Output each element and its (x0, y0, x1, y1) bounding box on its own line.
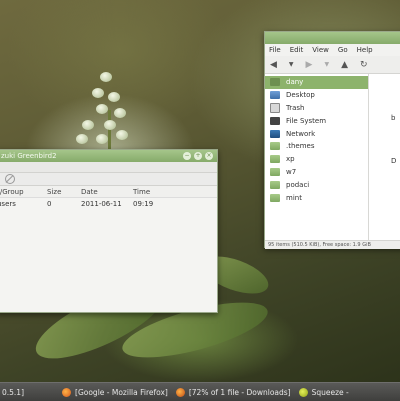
sidebar-item-label: w7 (286, 167, 297, 176)
sidebar-item-filesystem[interactable]: File System (265, 114, 368, 127)
sidebar-item-dany[interactable]: dany (265, 76, 368, 89)
menu-bar: File Edit View Go Help (265, 44, 400, 56)
file-item-fragment[interactable]: D (391, 157, 396, 165)
sidebar-item-label: dany (286, 78, 304, 87)
home-folder-icon (270, 78, 280, 87)
flower-bud (92, 88, 104, 98)
file-view[interactable]: b D (369, 74, 400, 240)
sidebar-item-themes[interactable]: .themes (265, 140, 368, 153)
window-title: zuki Greenbird2 (1, 152, 57, 160)
column-header-time[interactable]: Time (133, 188, 173, 196)
flower-bud (82, 120, 94, 130)
taskbar-item-app[interactable]: 0.5.1] (2, 388, 24, 397)
flower-bud (114, 108, 126, 118)
back-icon[interactable]: ◀ (270, 60, 277, 70)
archive-window-titlebar[interactable]: zuki Greenbird2 − + × (0, 150, 217, 162)
folder-icon (270, 180, 280, 189)
taskbar-item-label: [72% of 1 file - Downloads] (188, 387, 291, 397)
network-icon (270, 129, 280, 138)
folder-icon (270, 155, 280, 164)
flower-bud (96, 104, 108, 114)
firefox-downloads-icon (175, 387, 185, 397)
flower-bud (76, 134, 88, 144)
menu-view[interactable]: View (312, 46, 329, 54)
places-sidebar: dany Desktop Trash File System Network .… (265, 74, 369, 240)
sidebar-item-label: .themes (286, 142, 315, 151)
column-header-date[interactable]: Date (81, 188, 133, 196)
sidebar-item-label: File System (286, 116, 327, 125)
table-row[interactable]: users 0 2011-06-11 09:19 (0, 198, 217, 209)
forward-icon[interactable]: ▶ (306, 60, 313, 70)
sidebar-item-label: podaci (286, 180, 310, 189)
close-icon[interactable]: × (205, 152, 213, 160)
desktop-icon (270, 91, 280, 100)
squeeze-icon (298, 387, 308, 397)
flower-bud (100, 72, 112, 82)
file-list-header: r/Group Size Date Time (0, 186, 217, 198)
reload-icon[interactable]: ↻ (360, 60, 368, 70)
menu-edit[interactable]: Edit (290, 46, 304, 54)
archive-toolbar-secondary (0, 173, 217, 186)
taskbar-item-label: Squeeze - (311, 387, 349, 397)
status-bar: 95 items (510.5 KiB), Free space: 1.9 Gi… (265, 240, 400, 249)
sidebar-item-w7[interactable]: w7 (265, 166, 368, 179)
folder-icon (270, 167, 280, 176)
sidebar-item-label: Trash (286, 103, 305, 112)
taskbar: 0.5.1] [Google - Mozilla Firefox] [72% o… (0, 382, 400, 401)
taskbar-item-downloads[interactable]: [72% of 1 file - Downloads] (175, 387, 291, 397)
stop-icon[interactable] (5, 174, 15, 184)
navigation-toolbar: ◀ ▼ ▶ ▼ ▲ ↻ (265, 56, 400, 74)
sidebar-item-podaci[interactable]: podaci (265, 178, 368, 191)
taskbar-item-squeeze[interactable]: Squeeze - (298, 387, 349, 397)
sidebar-item-label: xp (286, 155, 295, 164)
folder-icon (270, 142, 280, 151)
cell-name: users (0, 199, 16, 208)
folder-icon (270, 193, 280, 202)
archive-toolbar (0, 162, 217, 173)
firefox-icon (62, 387, 72, 397)
column-header-group[interactable]: r/Group (0, 188, 47, 196)
flower-bud (104, 120, 116, 130)
sidebar-item-label: Desktop (286, 91, 315, 100)
taskbar-item-label: [Google - Mozilla Firefox] (75, 387, 168, 397)
filesystem-icon (270, 116, 280, 125)
sidebar-item-desktop[interactable]: Desktop (265, 89, 368, 102)
cell-size: 0 (47, 199, 52, 208)
sidebar-item-network[interactable]: Network (265, 127, 368, 140)
sidebar-item-xp[interactable]: xp (265, 153, 368, 166)
flower-bud (108, 92, 120, 102)
sidebar-item-label: Network (286, 129, 316, 138)
forward-dropdown-icon[interactable]: ▼ (324, 61, 329, 68)
cell-time: 09:19 (133, 199, 154, 208)
history-dropdown-icon[interactable]: ▼ (289, 61, 294, 68)
taskbar-item-label: 0.5.1] (2, 387, 25, 397)
menu-file[interactable]: File (269, 46, 281, 54)
up-icon[interactable]: ▲ (341, 60, 348, 70)
sidebar-item-trash[interactable]: Trash (265, 102, 368, 115)
trash-icon (270, 102, 280, 113)
menu-help[interactable]: Help (357, 46, 373, 54)
flower-bud (96, 134, 108, 144)
file-manager-window: File Edit View Go Help ◀ ▼ ▶ ▼ ▲ ↻ dany … (264, 31, 400, 249)
file-item-fragment[interactable]: b (391, 114, 395, 122)
minimize-icon[interactable]: − (183, 152, 191, 160)
menu-go[interactable]: Go (338, 46, 348, 54)
archive-window: zuki Greenbird2 − + × r/Group Size Date … (0, 149, 218, 313)
sidebar-item-mint[interactable]: mint (265, 191, 368, 204)
flower-bud (116, 130, 128, 140)
file-manager-titlebar[interactable] (265, 32, 400, 44)
taskbar-item-firefox[interactable]: [Google - Mozilla Firefox] (62, 387, 168, 397)
cell-date: 2011-06-11 (81, 199, 122, 208)
sidebar-item-label: mint (286, 193, 302, 202)
maximize-icon[interactable]: + (194, 152, 202, 160)
column-header-size[interactable]: Size (47, 188, 81, 196)
